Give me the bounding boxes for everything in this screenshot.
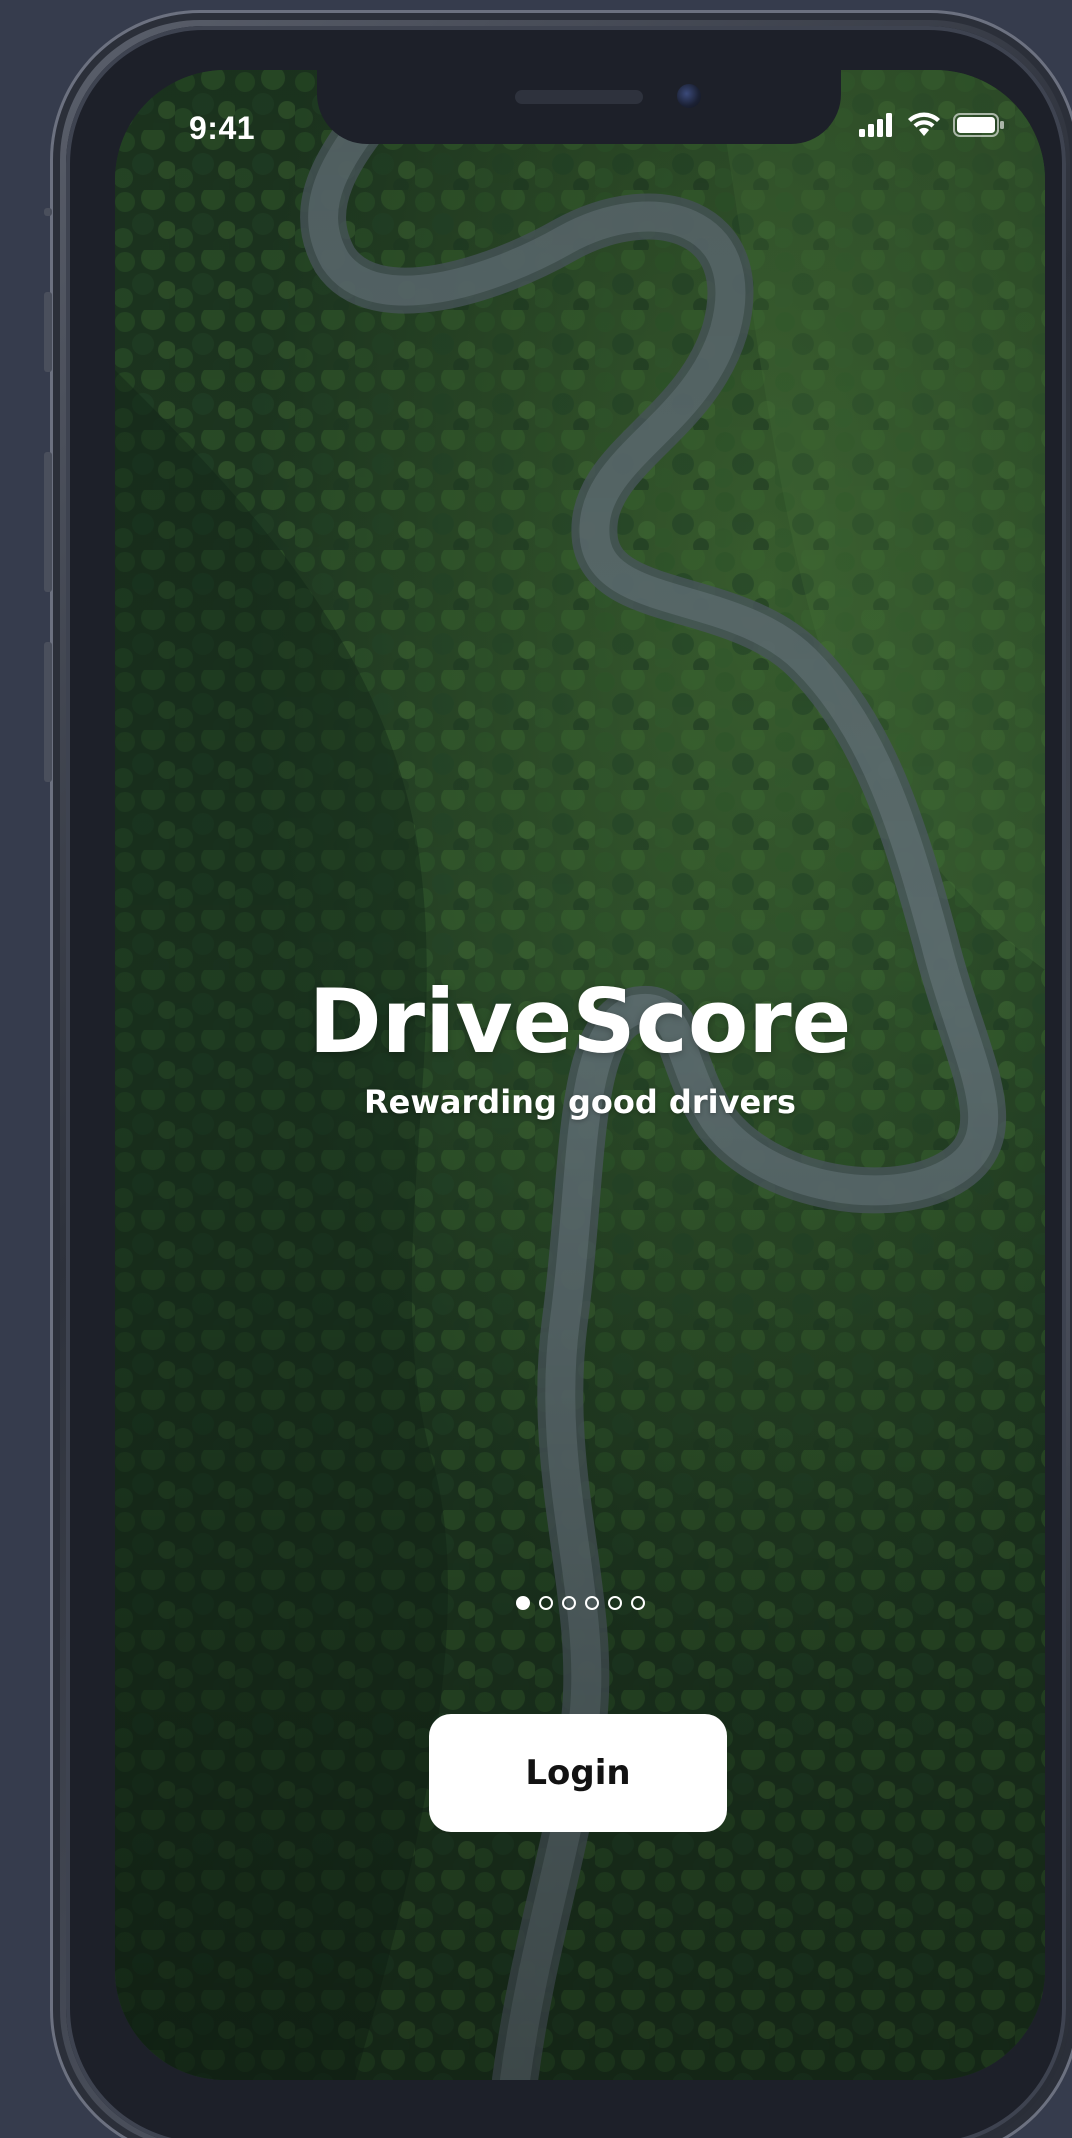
side-button-volume-down [44,642,52,782]
page-dot[interactable] [561,1596,576,1610]
side-button-volume-up [44,292,52,372]
side-button-silent [44,208,52,216]
page-dot[interactable] [538,1596,553,1610]
page-dot[interactable] [515,1596,530,1610]
app-tagline: Rewarding good drivers [364,1083,796,1121]
page-dot[interactable] [607,1596,622,1610]
login-button[interactable]: Login [429,1714,727,1832]
wifi-icon [907,112,941,142]
battery-icon [953,112,1005,142]
cellular-signal-icon [859,113,895,141]
app-screen: 9:41 DriveScore Rewarding good drivers L… [115,70,1045,2080]
page-dot[interactable] [584,1596,599,1610]
status-time: 9:41 [189,110,256,146]
status-icons [859,110,1005,144]
page-dot[interactable] [630,1596,645,1610]
front-camera [677,84,701,108]
page-indicator[interactable] [115,1596,1045,1610]
side-button-volume-up-long [44,452,52,592]
app-title: DriveScore [308,970,852,1073]
speaker-grille [515,90,643,104]
canvas: 9:41 DriveScore Rewarding good drivers L… [0,0,1072,2138]
device-notch [317,70,841,144]
